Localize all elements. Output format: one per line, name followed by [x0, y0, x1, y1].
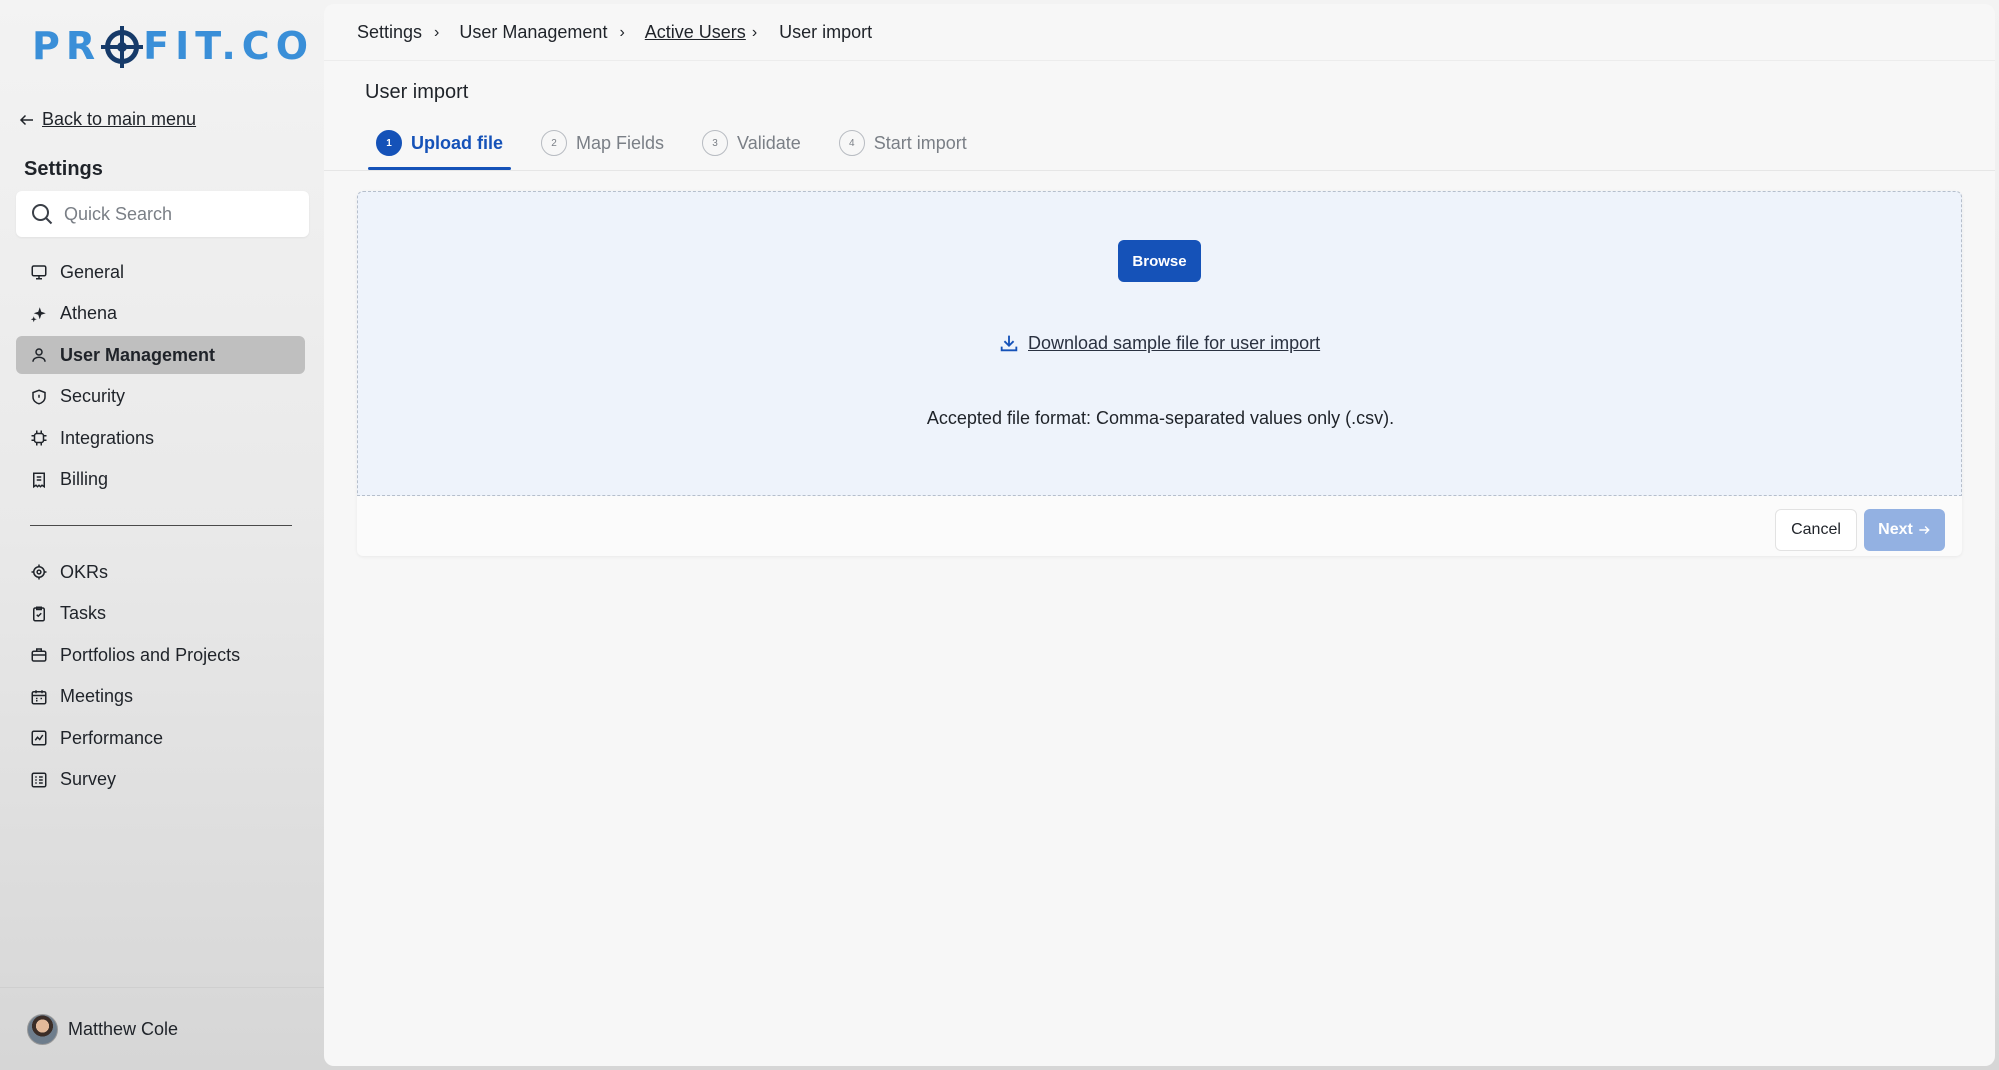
- logo-text-right: FIT.CO: [143, 24, 314, 68]
- sidebar-item-meetings[interactable]: Meetings: [16, 678, 305, 716]
- download-icon: [1000, 335, 1018, 352]
- quick-search[interactable]: [16, 191, 309, 237]
- calendar-icon: [31, 689, 47, 704]
- shield-icon: [32, 388, 46, 405]
- sidebar-item-integrations[interactable]: Integrations: [16, 419, 305, 457]
- briefcase-icon: [31, 648, 47, 662]
- chip-icon: [31, 430, 47, 446]
- next-button[interactable]: Next: [1864, 509, 1945, 551]
- step-validate[interactable]: 3 Validate: [694, 117, 809, 169]
- chevron-right-icon: ›: [619, 23, 625, 41]
- sidebar-item-label: OKRs: [60, 561, 109, 582]
- page-title: User import: [365, 81, 469, 103]
- browse-button[interactable]: Browse: [1118, 240, 1201, 282]
- step-label: Map Fields: [576, 132, 665, 153]
- sidebar-item-label: Performance: [60, 727, 164, 748]
- step-number: 4: [838, 130, 865, 156]
- sidebar-divider: [30, 525, 292, 526]
- arrow-right-icon: [1919, 525, 1930, 535]
- survey-icon: [31, 772, 47, 787]
- step-map-fields[interactable]: 2 Map Fields: [533, 117, 672, 169]
- sidebar-item-label: Meetings: [60, 686, 134, 706]
- sidebar-item-billing[interactable]: Billing: [16, 461, 305, 499]
- sidebar-item-label: General: [60, 261, 125, 282]
- chevron-right-icon: ›: [434, 23, 440, 41]
- step-start-import[interactable]: 4 Start import: [831, 117, 975, 169]
- chevron-right-icon: ›: [751, 23, 758, 41]
- step-label: Upload file: [411, 132, 504, 153]
- logo-target-icon: [101, 26, 144, 68]
- step-upload-file[interactable]: 1 Upload file: [368, 117, 512, 170]
- sidebar-heading: Settings: [24, 158, 103, 180]
- file-dropzone[interactable]: Browse Download sample file for user imp…: [357, 191, 1962, 496]
- sidebar-item-user-management[interactable]: User Management: [16, 336, 305, 374]
- step-label: Validate: [737, 132, 801, 153]
- download-sample-link[interactable]: Download sample file for user import: [998, 332, 1320, 354]
- sidebar: PR FIT.CO Back to main menu Settings Gen…: [0, 0, 325, 1070]
- sidebar-item-okrs[interactable]: OKRs: [16, 553, 305, 591]
- arrow-left-icon: [19, 114, 33, 125]
- profit-co-logo[interactable]: PR FIT.CO: [32, 24, 314, 68]
- steps-divider: [324, 170, 1995, 171]
- sidebar-item-label: Athena: [60, 303, 118, 323]
- sidebar-item-label: Portfolios and Projects: [60, 644, 241, 665]
- sidebar-item-portfolios-and-projects[interactable]: Portfolios and Projects: [16, 636, 305, 674]
- back-link-label: Back to main menu: [42, 109, 197, 129]
- search-input[interactable]: [64, 203, 284, 225]
- sidebar-item-label: User Management: [60, 344, 216, 365]
- download-sample-label: Download sample file for user import: [1028, 332, 1321, 353]
- user-profile[interactable]: Matthew Cole: [0, 987, 325, 1070]
- import-steps: 1 Upload file 2 Map Fields 3 Validate 4 …: [368, 117, 997, 170]
- receipt-icon: [33, 472, 45, 488]
- cancel-button[interactable]: Cancel: [1775, 509, 1857, 551]
- sidebar-item-performance[interactable]: Performance: [16, 719, 305, 757]
- chart-line-icon: [31, 730, 47, 746]
- logo-text-left: PR: [32, 24, 102, 68]
- breadcrumb-current: User import: [779, 22, 873, 42]
- breadcrumb-settings[interactable]: Settings: [357, 22, 422, 43]
- sidebar-item-label: Security: [60, 386, 126, 406]
- sidebar-item-general[interactable]: General: [16, 253, 305, 291]
- back-to-main-menu-link[interactable]: Back to main menu: [18, 109, 196, 130]
- sidebar-item-survey[interactable]: Survey: [16, 761, 305, 799]
- avatar: [27, 1013, 58, 1045]
- breadcrumb: Settings › User Management › Active User…: [357, 22, 872, 43]
- monitor-icon: [31, 265, 47, 280]
- settings-nav: General Athena User Management Security …: [16, 253, 305, 502]
- sidebar-item-label: Survey: [60, 769, 117, 789]
- clipboard-check-icon: [33, 606, 45, 621]
- step-label: Start import: [873, 132, 967, 153]
- step-number: 2: [541, 130, 568, 156]
- accepted-format-text: Accepted file format: Comma-separated va…: [926, 408, 1395, 428]
- user-name: Matthew Cole: [68, 1018, 179, 1039]
- breadcrumb-active-users[interactable]: Active Users: [645, 22, 746, 43]
- breadcrumb-user-management[interactable]: User Management: [459, 22, 607, 43]
- step-number: 3: [702, 130, 729, 156]
- sparkle-icon: [30, 306, 46, 322]
- modules-nav: OKRs Tasks Portfolios and Projects Meeti…: [16, 553, 305, 802]
- search-icon: [32, 204, 53, 225]
- main-panel: Settings › User Management › Active User…: [324, 4, 1995, 1066]
- sidebar-item-label: Billing: [60, 469, 109, 489]
- upload-card: Browse Download sample file for user imp…: [357, 191, 1962, 556]
- sidebar-item-label: Tasks: [60, 603, 107, 623]
- step-number: 1: [376, 130, 402, 156]
- sidebar-item-athena[interactable]: Athena: [16, 295, 305, 333]
- header-divider: [324, 60, 1995, 61]
- sidebar-item-tasks[interactable]: Tasks: [16, 595, 305, 633]
- sidebar-item-security[interactable]: Security: [16, 378, 305, 416]
- user-icon: [32, 348, 46, 362]
- sidebar-item-label: Integrations: [60, 427, 155, 448]
- target-icon: [31, 564, 47, 580]
- next-button-label: Next: [1878, 521, 1913, 538]
